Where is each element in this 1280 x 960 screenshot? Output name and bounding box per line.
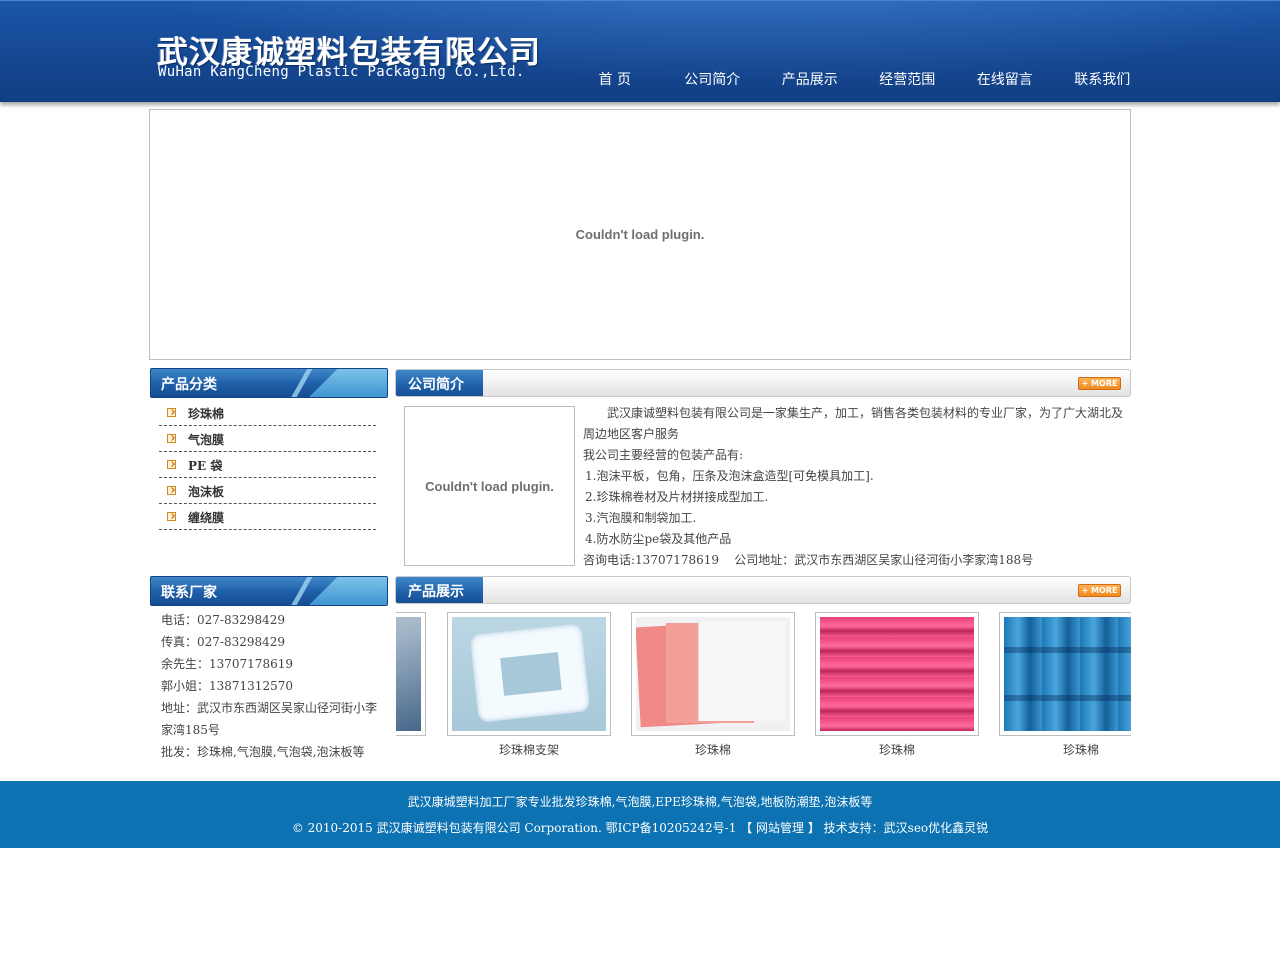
- about-title-tab: 公司简介: [396, 370, 483, 396]
- category-item-pearl-cotton[interactable]: 珍珠棉: [159, 400, 376, 426]
- category-label: PE 袋: [188, 459, 223, 473]
- about-more-button[interactable]: + MORE: [1078, 377, 1121, 390]
- products-title: 产品展示: [408, 584, 464, 600]
- products-title-tab: 产品展示: [396, 577, 483, 603]
- contact-title-bar: 联系厂家: [150, 576, 388, 606]
- product-card[interactable]: 珍珠棉: [631, 612, 795, 758]
- admin-link[interactable]: 【 网站管理 】: [740, 821, 820, 835]
- about-title-bar: 公司简介 + MORE: [395, 369, 1131, 397]
- category-item-bubble-film[interactable]: 气泡膜: [159, 426, 376, 452]
- products-title-bar: 产品展示 + MORE: [395, 576, 1131, 604]
- product-caption[interactable]: 珍珠棉: [999, 741, 1131, 758]
- category-item-stretch-film[interactable]: 缠绕膜: [159, 504, 376, 530]
- product-frame: [447, 612, 611, 736]
- product-card[interactable]: 珍珠棉支架: [447, 612, 611, 758]
- about-contact-line: 咨询电话:13707178619 公司地址：武汉市东西湖区吴家山径河街小李家湾1…: [583, 553, 1034, 567]
- contact-wholesale: 批发：珍珠棉,气泡膜,气泡袋,泡沫板等: [161, 745, 365, 759]
- product-caption[interactable]: 珍珠棉: [631, 741, 795, 758]
- main-nav: 首 页 公司简介 产品展示 经营范围 在线留言 联系我们: [566, 69, 1151, 89]
- nav-message[interactable]: 在线留言: [956, 69, 1054, 89]
- about-line: 我公司主要经营的包装产品有:: [583, 448, 744, 462]
- product-caption[interactable]: 珍珠棉: [815, 741, 979, 758]
- logo-english[interactable]: WuHan KangCheng Plastic Packaging Co.,Lt…: [158, 64, 525, 80]
- contact-phone: 电话：027-83298429: [161, 613, 286, 627]
- site-header: 武汉康诚塑料包装有限公司 WuHan KangCheng Plastic Pac…: [0, 0, 1280, 103]
- title-wedge: [307, 369, 387, 397]
- about-text: 武汉康诚塑料包装有限公司是一家集生产，加工，销售各类包装材料的专业厂家，为了广大…: [583, 403, 1128, 571]
- foam-bracket-hole: [500, 652, 562, 696]
- category-item-foam-board[interactable]: 泡沫板: [159, 478, 376, 504]
- contact-mr-yu: 余先生：13707178619: [161, 657, 293, 671]
- product-card[interactable]: 珍珠棉: [999, 612, 1131, 758]
- about-intro: 武汉康诚塑料包装有限公司是一家集生产，加工，销售各类包装材料的专业厂家，为了广大…: [583, 406, 1124, 441]
- about-line: 2.珍珠棉卷材及片材拼接成型加工.: [585, 490, 769, 504]
- product-carousel: 珍珠棉支架 珍珠棉 珍珠棉 珍珠棉: [396, 612, 1131, 762]
- contact-fax: 传真：027-83298429: [161, 635, 286, 649]
- arrow-icon: [167, 434, 176, 443]
- product-card[interactable]: 珍珠棉: [815, 612, 979, 758]
- categories-title: 产品分类: [161, 377, 217, 393]
- product-image[interactable]: [1004, 617, 1131, 731]
- arrow-icon: [167, 486, 176, 495]
- category-label: 珍珠棉: [188, 407, 225, 421]
- category-label: 气泡膜: [188, 433, 225, 447]
- products-more-button[interactable]: + MORE: [1078, 584, 1121, 597]
- site-footer: 武汉康城塑料加工厂家专业批发珍珠棉,气泡膜,EPE珍珠棉,气泡袋,地板防潮垫,泡…: [0, 781, 1280, 848]
- arrow-icon: [167, 460, 176, 469]
- nav-contact[interactable]: 联系我们: [1054, 69, 1152, 89]
- foam-sheet: [698, 621, 786, 721]
- contact-address: 地址：武汉市东西湖区吴家山径河街小李家湾185号: [161, 701, 378, 737]
- product-caption[interactable]: 珍珠棉支架: [447, 741, 611, 758]
- about-line: 1.泡沫平板，包角，压条及泡沫盒造型[可免模具加工].: [585, 469, 874, 483]
- category-list: 珍珠棉 气泡膜 PE 袋 泡沫板 缠绕膜: [159, 400, 376, 530]
- contact-ms-guo: 郭小姐：13871312570: [161, 679, 293, 693]
- footer-keywords: 武汉康城塑料加工厂家专业批发珍珠棉,气泡膜,EPE珍珠棉,气泡袋,地板防潮垫,泡…: [407, 795, 873, 809]
- product-frame: [631, 612, 795, 736]
- product-image[interactable]: [636, 617, 790, 731]
- nav-scope[interactable]: 经营范围: [859, 69, 957, 89]
- roll-band: [1004, 695, 1131, 701]
- arrow-icon: [167, 512, 176, 521]
- about-title: 公司简介: [408, 377, 464, 393]
- about-plugin[interactable]: Couldn't load plugin.: [404, 406, 575, 566]
- nav-products[interactable]: 产品展示: [761, 69, 859, 89]
- product-frame: [999, 612, 1131, 736]
- roll-band: [1004, 647, 1131, 653]
- footer-copyright: © 2010-2015 武汉康诚塑料包装有限公司 Corporation. 鄂I…: [291, 821, 737, 835]
- category-label: 泡沫板: [188, 485, 225, 499]
- banner-plugin-message: Couldn't load plugin.: [575, 227, 705, 242]
- product-card[interactable]: [396, 612, 426, 741]
- contact-title: 联系厂家: [161, 585, 217, 601]
- category-label: 缠绕膜: [188, 511, 225, 525]
- about-line: 3.汽泡膜和制袋加工.: [585, 511, 697, 525]
- product-image[interactable]: [820, 617, 974, 731]
- footer-copyright-line: © 2010-2015 武汉康诚塑料包装有限公司 Corporation. 鄂I…: [0, 819, 1280, 836]
- title-wedge: [307, 577, 387, 605]
- nav-about[interactable]: 公司简介: [664, 69, 762, 89]
- footer-support[interactable]: 技术支持：武汉seo优化鑫灵锐: [824, 821, 989, 835]
- categories-title-bar: 产品分类: [150, 368, 388, 398]
- about-plugin-message: Couldn't load plugin.: [425, 478, 554, 494]
- banner-plugin[interactable]: Couldn't load plugin.: [149, 109, 1131, 360]
- product-image[interactable]: [396, 617, 421, 731]
- nav-home[interactable]: 首 页: [566, 69, 664, 89]
- product-frame: [396, 612, 426, 736]
- contact-info: 电话：027-83298429 传真：027-83298429 余先生：1370…: [161, 609, 383, 763]
- product-frame: [815, 612, 979, 736]
- category-item-pe-bag[interactable]: PE 袋: [159, 452, 376, 478]
- arrow-icon: [167, 408, 176, 417]
- about-line: 4.防水防尘pe袋及其他产品: [585, 532, 732, 546]
- product-image[interactable]: [452, 617, 606, 731]
